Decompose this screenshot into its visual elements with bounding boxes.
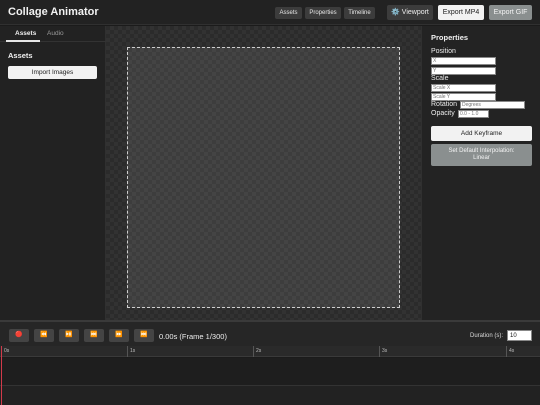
- ruler-tick: 2s: [253, 346, 261, 357]
- step-forward-button[interactable]: ⏩: [109, 329, 129, 342]
- app-title: Collage Animator: [8, 6, 99, 18]
- toggle-timeline-button[interactable]: Timeline: [344, 7, 375, 19]
- toggle-assets-button[interactable]: Assets: [275, 7, 302, 19]
- export-gif-button[interactable]: Export GIF: [489, 5, 532, 20]
- collage-canvas[interactable]: [127, 47, 400, 308]
- position-x-input[interactable]: [431, 57, 496, 65]
- transport-bar: 🔴 ⏪ ⏯️ ⏭️ ⏩ ⏭️ 0.00s (Frame 1/300) Durat…: [0, 320, 540, 346]
- opacity-label: Opacity: [431, 110, 455, 117]
- app-window: Collage Animator Assets Properties Timel…: [0, 0, 540, 405]
- rewind-icon: ⏪: [40, 332, 48, 338]
- rewind-button[interactable]: ⏪: [34, 329, 54, 342]
- viewport-stage[interactable]: [106, 26, 421, 320]
- timeline-ruler[interactable]: 0s 1s 2s 3s 4s: [0, 346, 540, 357]
- interpolation-value: Linear: [473, 155, 490, 161]
- playhead[interactable]: [1, 346, 2, 405]
- record-icon: 🔴: [15, 332, 23, 338]
- top-toolbar: Collage Animator Assets Properties Timel…: [0, 0, 540, 25]
- time-readout: 0.00s (Frame 1/300): [159, 332, 227, 341]
- export-mp4-button[interactable]: Export MP4: [438, 5, 484, 20]
- duration-input[interactable]: 10: [507, 330, 532, 341]
- ruler-tick: 1s: [127, 346, 135, 357]
- import-images-button[interactable]: Import Images: [8, 66, 97, 79]
- record-button[interactable]: 🔴: [9, 329, 29, 342]
- fast-forward-icon: ⏩: [115, 332, 123, 338]
- viewport-button[interactable]: ⚙️ Viewport: [387, 5, 433, 20]
- rotation-input[interactable]: [460, 101, 525, 109]
- interpolation-label: Set Default Interpolation:: [448, 148, 515, 154]
- default-interpolation-button[interactable]: Set Default Interpolation: Linear: [431, 144, 532, 166]
- play-button[interactable]: ⏭️: [84, 329, 104, 342]
- opacity-input[interactable]: [458, 110, 489, 118]
- play-pause-icon: ⏯️: [65, 332, 73, 338]
- skip-end-icon: ⏭️: [140, 332, 148, 338]
- scale-x-input[interactable]: [431, 84, 496, 92]
- active-tab-indicator: [6, 40, 40, 42]
- properties-panel: Properties Position Scale Rotation Opaci…: [421, 26, 540, 320]
- rotation-label: Rotation: [431, 101, 458, 108]
- position-y-input[interactable]: [431, 67, 496, 75]
- assets-panel: Assets Audio Assets Import Images: [0, 26, 106, 320]
- scale-y-input[interactable]: [431, 93, 496, 101]
- next-icon: ⏭️: [90, 332, 98, 338]
- ruler-tick: 3s: [379, 346, 387, 357]
- assets-section-title: Assets: [8, 51, 33, 60]
- timeline-track[interactable]: [0, 358, 540, 386]
- end-button[interactable]: ⏭️: [134, 329, 154, 342]
- add-keyframe-button[interactable]: Add Keyframe: [431, 126, 532, 141]
- properties-title: Properties: [431, 33, 469, 42]
- tab-audio[interactable]: Audio: [47, 30, 64, 37]
- position-label: Position: [431, 48, 456, 55]
- panel-tabs: Assets Audio: [0, 26, 106, 42]
- ruler-tick: 4s: [506, 346, 514, 357]
- scale-label: Scale: [431, 75, 449, 82]
- tab-assets[interactable]: Assets: [15, 30, 36, 37]
- step-back-button[interactable]: ⏯️: [59, 329, 79, 342]
- duration-label: Duration (s):: [470, 333, 504, 339]
- toggle-properties-button[interactable]: Properties: [305, 7, 341, 19]
- timeline-track-secondary[interactable]: [0, 386, 540, 405]
